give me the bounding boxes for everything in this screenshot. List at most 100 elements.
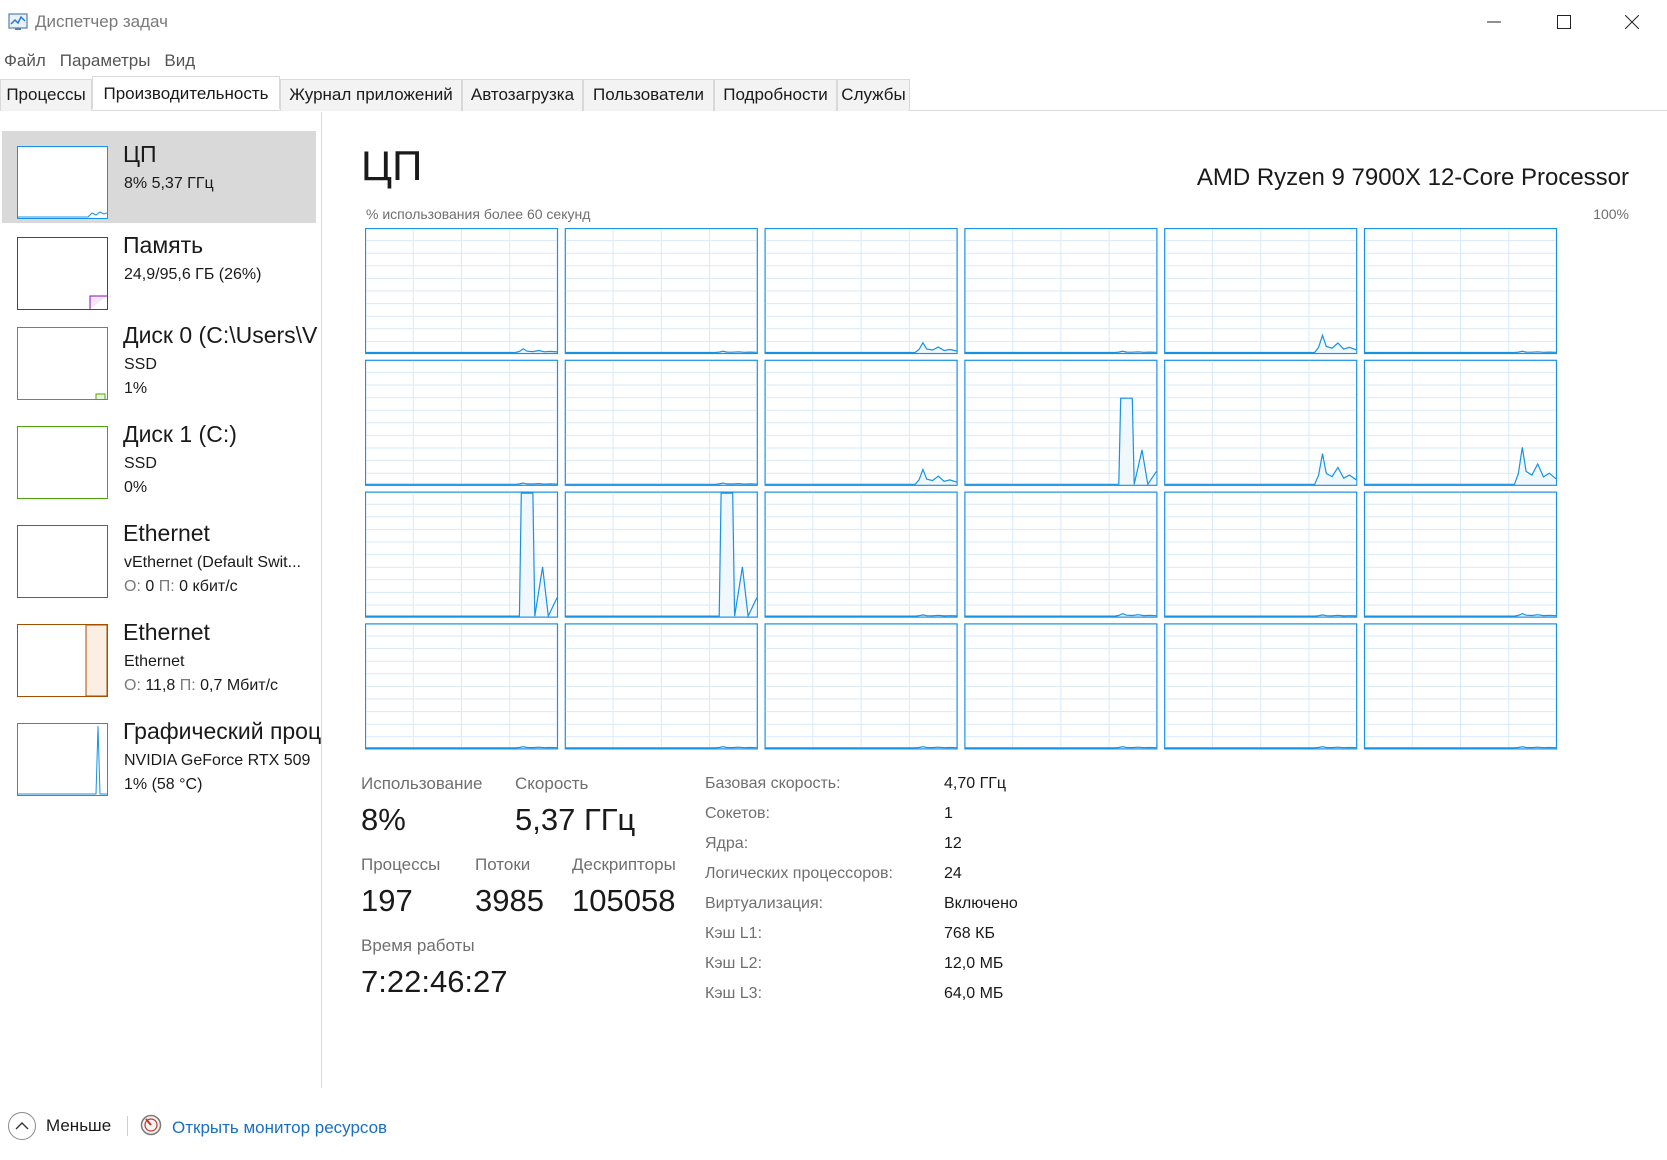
logical-processor-graph xyxy=(1363,359,1558,486)
logical-processor-graph xyxy=(564,227,758,355)
logical-processor-graph xyxy=(564,359,758,486)
sidebar-item-title: Диск 0 (C:\Users\V xyxy=(123,322,318,348)
disk-0-thumbnail-graph xyxy=(17,327,108,400)
open-resource-monitor-label: Открыть монитор ресурсов xyxy=(172,1117,388,1137)
detail-key: Кэш L1: xyxy=(705,925,763,942)
cpu-detail-panel: ЦП AMD Ryzen 9 7900X 12-Core Processor %… xyxy=(323,112,1667,1088)
logical-processor-graph xyxy=(1363,227,1558,355)
logical-processor-graph xyxy=(964,359,1158,486)
sidebar-item-usage: 1% (58 °C) xyxy=(124,776,203,793)
tab-performance[interactable]: Производительность xyxy=(92,76,280,109)
handles-label: Дескрипторы xyxy=(572,855,676,874)
logical-processor-graph xyxy=(1164,359,1358,486)
close-icon xyxy=(1625,15,1639,29)
fewer-details-label: Меньше xyxy=(46,1116,112,1135)
minimize-button[interactable] xyxy=(1459,0,1529,44)
logical-processor-graph xyxy=(364,623,559,750)
tab-processes[interactable]: Процессы xyxy=(0,79,92,111)
logical-processor-graph xyxy=(1363,623,1558,750)
detail-value: 768 КБ xyxy=(944,925,995,942)
tab-strip: Процессы Производительность Журнал прило… xyxy=(0,76,1667,111)
detail-value: Включено xyxy=(944,895,1018,912)
usage-label: Использование xyxy=(361,774,483,793)
logical-processor-graph xyxy=(564,491,758,619)
speed-label: Скорость xyxy=(515,774,589,793)
logical-processor-graph-grid xyxy=(364,227,1558,750)
sidebar-item-usage: 0% xyxy=(124,479,148,496)
sidebar-item-memory[interactable]: Память 24,9/95,6 ГБ (26%) xyxy=(2,222,316,314)
sidebar-item-subtitle: Ethernet xyxy=(124,653,185,670)
sidebar-item-title: Память xyxy=(123,232,204,258)
logical-processor-graph xyxy=(764,491,958,618)
detail-key: Базовая скорость: xyxy=(705,775,841,792)
task-manager-icon xyxy=(8,13,28,31)
detail-key: Виртуализация: xyxy=(705,895,824,912)
logical-processor-graph xyxy=(1363,491,1558,618)
menu-view[interactable]: Вид xyxy=(160,48,199,74)
usage-value: 8% xyxy=(361,802,406,837)
menu-file[interactable]: Файл xyxy=(0,48,50,74)
tab-details[interactable]: Подробности xyxy=(714,79,837,111)
processes-value: 197 xyxy=(361,883,413,918)
threads-value: 3985 xyxy=(475,883,544,918)
detail-key: Ядра: xyxy=(705,835,749,852)
memory-thumbnail-graph xyxy=(17,237,108,310)
window-title: Диспетчер задач xyxy=(35,12,168,31)
sidebar-item-disk-1[interactable]: Диск 1 (C:) SSD 0% xyxy=(2,411,316,503)
detail-key: Сокетов: xyxy=(705,805,770,822)
cpu-model-name: AMD Ryzen 9 7900X 12-Core Processor xyxy=(1196,164,1629,191)
processes-label: Процессы xyxy=(361,855,441,874)
menu-options[interactable]: Параметры xyxy=(56,48,155,74)
tab-users[interactable]: Пользователи xyxy=(583,79,714,111)
maximize-button[interactable] xyxy=(1529,0,1599,44)
resource-monitor-icon xyxy=(140,1114,162,1141)
minimize-icon xyxy=(1487,21,1501,23)
graph-caption: % использования более 60 секунд xyxy=(366,206,591,222)
logical-processor-graph xyxy=(564,623,758,750)
tab-startup[interactable]: Автозагрузка xyxy=(462,79,583,111)
detail-key: Кэш L2: xyxy=(705,955,763,972)
tab-services[interactable]: Службы xyxy=(837,79,910,111)
detail-key: Логических процессоров: xyxy=(705,865,893,882)
page-title: ЦП xyxy=(361,142,423,189)
sidebar-item-cpu[interactable]: ЦП 8% 5,37 ГГц xyxy=(2,131,316,223)
detail-value: 64,0 МБ xyxy=(944,985,1004,1002)
sidebar-item-usage: 1% xyxy=(124,380,148,397)
logical-processor-graph xyxy=(764,227,958,355)
tab-app-history[interactable]: Журнал приложений xyxy=(280,79,462,111)
uptime-label: Время работы xyxy=(361,936,475,955)
logical-processor-graph xyxy=(964,491,1158,618)
detail-value: 1 xyxy=(944,805,953,822)
logical-processor-graph xyxy=(1164,491,1358,618)
logical-processor-graph xyxy=(364,359,559,486)
sidebar-item-subtitle: SSD xyxy=(124,356,157,373)
title-bar: Диспетчер задач xyxy=(0,0,1667,44)
sidebar-item-title: ЦП xyxy=(123,141,157,167)
threads-label: Потоки xyxy=(475,855,531,874)
sidebar-item-ethernet[interactable]: Ethernet Ethernet О: 11,8 П: 0,7 Мбит/с xyxy=(2,609,316,701)
chevron-up-icon xyxy=(8,1112,36,1140)
detail-key: Кэш L3: xyxy=(705,985,763,1002)
sidebar-item-title: Ethernet xyxy=(123,619,210,645)
logical-processor-graphs xyxy=(364,227,1597,785)
sidebar-item-title: Графический проц xyxy=(123,718,322,744)
detail-value: 4,70 ГГц xyxy=(944,775,1007,792)
logical-processor-graph xyxy=(1164,227,1358,355)
sidebar-item-disk-0[interactable]: Диск 0 (C:\Users\V SSD 1% xyxy=(2,312,318,404)
open-resource-monitor-link[interactable]: Открыть монитор ресурсов xyxy=(140,1114,387,1141)
handles-value: 105058 xyxy=(572,883,676,918)
sidebar-item-gpu[interactable]: Графический проц NVIDIA GeForce RTX 509 … xyxy=(2,708,321,800)
graph-max-label: 100% xyxy=(1593,206,1629,222)
sidebar-item-subtitle: NVIDIA GeForce RTX 509 xyxy=(124,752,311,769)
logical-processor-graph xyxy=(1164,623,1358,750)
sidebar-item-subtitle: 24,9/95,6 ГБ (26%) xyxy=(124,266,262,283)
close-button[interactable] xyxy=(1597,0,1667,44)
logical-processor-graph xyxy=(764,359,958,486)
sidebar-item-ethernet-vswitch[interactable]: Ethernet vEthernet (Default Swit... О: 0… xyxy=(2,510,316,602)
logical-processor-graph xyxy=(764,623,958,750)
detail-value: 12,0 МБ xyxy=(944,955,1004,972)
fewer-details-button[interactable]: Меньше xyxy=(8,1112,111,1140)
speed-value: 5,37 ГГц xyxy=(515,802,636,837)
logical-processor-graph xyxy=(964,227,1158,355)
resource-sidebar: ЦП 8% 5,37 ГГц Память 24,9/95,6 ГБ (26%)… xyxy=(0,112,322,1088)
